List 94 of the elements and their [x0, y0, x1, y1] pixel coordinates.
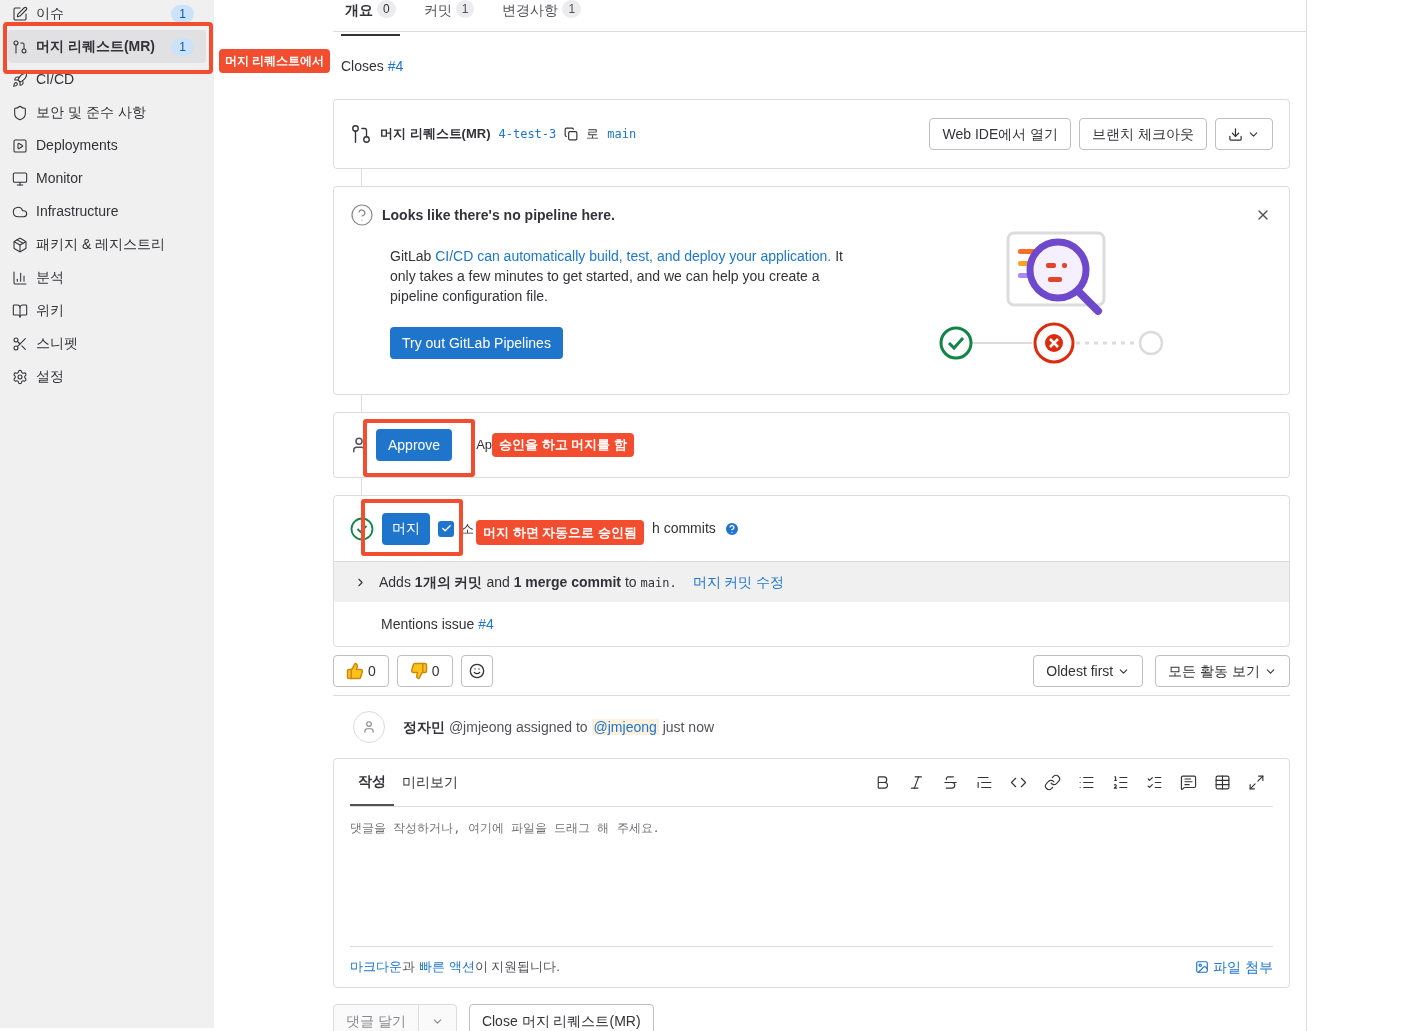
package-icon — [12, 236, 28, 253]
tab[interactable]: 커밋 1 — [419, 0, 479, 36]
numbered-list-icon[interactable] — [1112, 774, 1129, 791]
sidebar-item[interactable]: CI/CD — [8, 63, 206, 96]
sidebar-item[interactable]: Deployments — [8, 129, 206, 162]
sidebar-item[interactable]: 이슈 1 — [8, 0, 206, 30]
sidebar-item[interactable]: 설정 — [8, 360, 206, 393]
bullet-list-icon[interactable] — [1078, 774, 1095, 791]
thumbs-down-icon — [409, 662, 428, 680]
tab[interactable]: 개요 0 — [341, 0, 400, 36]
sort-dropdown[interactable]: Oldest first — [1033, 655, 1144, 687]
squash-text: h commits — [652, 519, 716, 538]
sort-dropdown[interactable]: 모든 활동 보기 — [1155, 655, 1290, 687]
connector-text: 로 — [586, 125, 600, 144]
download-icon — [1228, 126, 1243, 142]
header-button[interactable]: 브랜치 체크아웃 — [1079, 118, 1207, 150]
scissors-icon — [12, 335, 28, 352]
user-mention-link[interactable]: @jmjeong — [591, 718, 659, 735]
try-pipelines-button[interactable]: Try out GitLab Pipelines — [390, 327, 563, 359]
count-badge: 1 — [171, 37, 194, 56]
check-icon — [440, 523, 452, 534]
approve-button[interactable]: Approve — [376, 429, 453, 461]
sidebar-item[interactable]: 위키 — [8, 294, 206, 327]
header-title: 머지 리퀘스트(MR) — [380, 125, 491, 144]
merge-request-icon — [12, 38, 28, 55]
comment-editor[interactable]: 작성 미리보기 댓글을 작성하거나, 여기에 파일을 드래그 해 주세요. 마크다운과 빠른 액션이 지원됩니다. 파일 첨부 — [333, 758, 1290, 988]
pipeline-description: GitLab CI/CD can automatically build, test, and deploy your application. It only takes a few minutes to get started, and we can help you create a pipeline configuration file. — [390, 247, 844, 306]
branch-name[interactable]: main — [607, 125, 637, 143]
sidebar-item[interactable]: 분석 — [8, 261, 206, 294]
strikethrough-icon[interactable] — [942, 774, 959, 791]
reaction-button[interactable]: 0 — [396, 655, 453, 687]
rocket-icon — [12, 71, 28, 88]
callout-label: 승인을 하고 머지를 함 — [492, 433, 634, 457]
copy-icon[interactable] — [564, 127, 579, 141]
ci-cd-link[interactable]: CI/CD can automatically build, test, and deploy your application. — [435, 248, 832, 264]
merge-request-icon — [350, 123, 372, 145]
help-icon — [350, 203, 374, 227]
approval-text: Ap — [476, 436, 493, 455]
comment-split-button[interactable]: 댓글 달기 — [333, 1004, 457, 1031]
count-badge: 1 — [455, 0, 475, 18]
attach-file-link[interactable]: 파일 첨부 — [1195, 956, 1273, 978]
settings-icon — [12, 368, 28, 385]
italic-icon[interactable] — [908, 774, 925, 791]
note-icon — [12, 5, 28, 22]
add-reaction-button[interactable] — [460, 655, 493, 687]
callout-label: 머지 리퀘스트에서 — [219, 49, 331, 73]
count-badge: 1 — [171, 4, 194, 23]
thumbs-up-icon — [346, 662, 364, 680]
check-circle-icon — [350, 516, 374, 541]
comment-icon[interactable] — [1180, 774, 1197, 791]
branch-name[interactable]: 4-test-3 — [498, 125, 557, 143]
sidebar-item[interactable]: 패키지 & 레지스트리 — [8, 228, 206, 261]
download-button[interactable] — [1215, 118, 1273, 150]
checklist-icon[interactable] — [1146, 774, 1163, 791]
reaction-button[interactable]: 0 — [333, 655, 389, 687]
monitor-icon — [12, 170, 28, 187]
tab[interactable]: 변경사항 1 — [498, 0, 586, 36]
shield-icon — [12, 104, 28, 121]
help-link[interactable]: 빠른 액션 — [419, 957, 475, 977]
help-link[interactable]: 마크다운 — [350, 957, 402, 977]
sidebar-item[interactable]: Monitor — [8, 162, 206, 195]
pipeline-title: Looks like there's no pipeline here. — [382, 205, 615, 225]
squash-checkbox[interactable] — [438, 520, 454, 537]
count-badge: 0 — [377, 0, 396, 18]
quote-icon[interactable] — [976, 774, 993, 791]
link-icon[interactable] — [1044, 774, 1061, 791]
sidebar-item[interactable]: 보안 및 준수 사항 — [8, 96, 206, 129]
mentions-text: Mentions issue #4 — [381, 614, 494, 634]
callout-label: 머지 하면 자동으로 승인됨 — [476, 520, 644, 545]
sidebar-item[interactable]: 머지 리퀘스트(MR) 1 — [8, 30, 206, 63]
sidebar-item[interactable]: 스니펫 — [8, 327, 206, 360]
note-text: 이 지원됩니다. — [474, 958, 560, 977]
play-icon — [12, 137, 28, 154]
issue-link[interactable]: #4 — [478, 615, 494, 632]
merge-button[interactable]: 머지 — [382, 512, 430, 545]
image-icon — [1195, 960, 1210, 974]
sidebar-item[interactable]: Infrastructure — [8, 195, 206, 228]
activity-text: 정자민 @jmjeong assigned to @jmjeong just now — [403, 717, 715, 737]
bar-chart-icon — [12, 269, 28, 286]
header-button[interactable]: Web IDE에서 열기 — [929, 118, 1072, 150]
edit-commit-link[interactable]: 머지 커밋 수정 — [692, 571, 785, 593]
description-text: Closes #4 — [341, 56, 404, 76]
merge-summary: Adds 1개의 커밋 and 1 merge commit to main. — [379, 572, 677, 592]
issue-link[interactable]: #4 — [387, 57, 404, 74]
squash-text: 소 — [461, 519, 474, 538]
editor-tab[interactable]: 미리보기 — [394, 759, 466, 806]
note-text: 과 — [402, 958, 415, 977]
table-icon[interactable] — [1214, 774, 1231, 791]
smiley-icon — [468, 663, 485, 679]
help-icon[interactable] — [723, 520, 740, 537]
book-icon — [12, 302, 28, 319]
count-badge: 1 — [562, 0, 582, 18]
fullscreen-icon[interactable] — [1248, 774, 1265, 791]
close-merge-request-button[interactable]: Close 머지 리퀘스트(MR) — [468, 1004, 654, 1031]
